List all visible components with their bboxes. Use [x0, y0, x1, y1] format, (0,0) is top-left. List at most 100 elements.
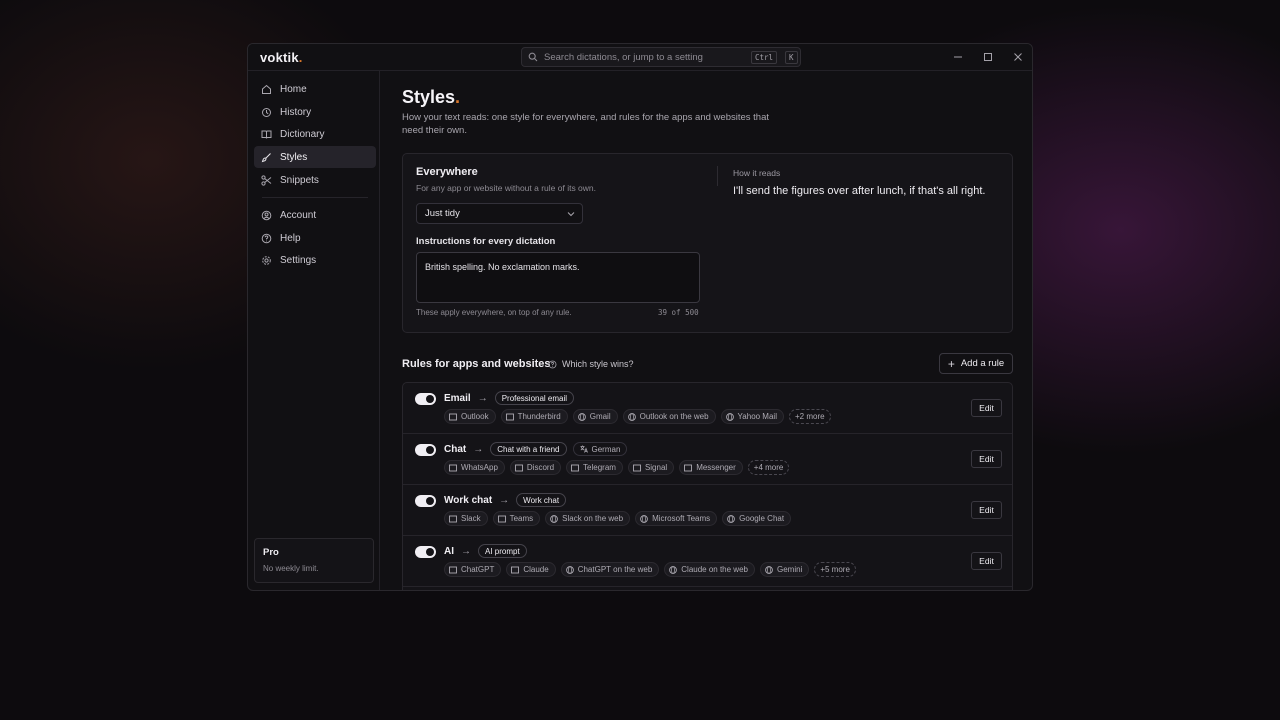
more-apps-chip[interactable]: +2 more	[788, 409, 831, 424]
which-style-wins-link[interactable]: Which style wins?	[548, 359, 634, 369]
title-bar: voktik. Search dictations, or jump to a …	[248, 44, 1032, 71]
gear-icon	[262, 255, 271, 265]
rule-toggle[interactable]	[415, 546, 436, 558]
minimize-icon	[954, 56, 962, 58]
instructions-note: These apply everywhere, on top of any ru…	[416, 308, 572, 317]
globe-icon	[577, 412, 586, 421]
home-icon	[262, 84, 271, 94]
rule-toggle[interactable]	[415, 444, 436, 456]
minimize-button[interactable]	[951, 50, 965, 64]
rule-row-chat: Chat → Chat with a friend German WhatsAp…	[403, 434, 1012, 485]
rule-toggle[interactable]	[415, 495, 436, 507]
instructions-label: Instructions for every dictation	[416, 236, 556, 247]
everywhere-title: Everywhere	[416, 166, 478, 178]
website-chip: Gemini	[759, 562, 810, 577]
rule-style-badge: AI prompt	[478, 544, 527, 558]
rule-row-email: Email → Professional email Outlook Thund…	[403, 383, 1012, 434]
sidebar-item-settings[interactable]: Settings	[254, 249, 376, 271]
more-apps-chip[interactable]: +5 more	[814, 562, 856, 577]
plan-card[interactable]: Pro No weekly limit.	[254, 538, 374, 583]
search-icon	[528, 52, 538, 62]
arrow-icon: →	[461, 545, 471, 557]
rule-name: Work chat	[444, 494, 493, 506]
sidebar-item-styles[interactable]: Styles	[254, 146, 376, 168]
help-icon	[548, 360, 557, 368]
edit-rule-button[interactable]: Edit	[971, 399, 1002, 417]
preview-label: How it reads	[733, 168, 781, 178]
instructions-textarea[interactable]: British spelling. No exclamation marks.	[416, 252, 700, 303]
globe-icon	[725, 412, 734, 421]
book-icon	[261, 130, 272, 139]
everywhere-subtitle: For any app or website without a rule of…	[416, 183, 597, 193]
style-select[interactable]: Just tidy	[416, 203, 583, 224]
rule-toggle[interactable]	[415, 393, 436, 405]
preview-text: I'll send the figures over after lunch, …	[733, 185, 986, 197]
sidebar-divider	[262, 197, 368, 198]
rules-title: Rules for apps and websites	[402, 358, 551, 370]
account-icon	[261, 210, 272, 220]
app-chip: Signal	[627, 460, 675, 475]
app-window-icon	[449, 515, 457, 522]
page-title: Styles.	[402, 87, 461, 107]
app-window-icon	[632, 464, 641, 471]
app-chip: Outlook	[444, 409, 496, 424]
sidebar-item-snippets[interactable]: Snippets	[254, 169, 376, 191]
sidebar-item-dictionary[interactable]: Dictionary	[254, 123, 376, 145]
app-chip: Discord	[509, 460, 562, 475]
app-chip: WhatsApp	[444, 460, 505, 475]
sidebar-item-label: Help	[280, 232, 301, 244]
app-chip: Thunderbird	[500, 409, 568, 424]
website-chip: Gmail	[572, 409, 618, 424]
more-apps-chip[interactable]: +4 more	[747, 460, 790, 475]
style-select-value: Just tidy	[425, 208, 460, 219]
sidebar-item-label: Snippets	[280, 174, 319, 186]
brush-icon	[261, 152, 271, 162]
sidebar-item-label: Styles	[280, 151, 308, 163]
globe-icon	[550, 514, 558, 523]
help-icon	[261, 233, 272, 243]
app-chip: Messenger	[679, 460, 743, 475]
sidebar-item-label: History	[280, 106, 312, 118]
arrow-icon: →	[473, 443, 484, 455]
edit-rule-button[interactable]: Edit	[971, 501, 1002, 519]
history-icon	[262, 107, 271, 117]
globe-icon	[727, 514, 736, 523]
app-chip: ChatGPT	[444, 562, 502, 577]
arrow-icon: →	[477, 392, 488, 404]
globe-icon	[640, 514, 648, 523]
sidebar-item-label: Account	[280, 209, 317, 221]
app-window-icon	[449, 566, 457, 573]
close-button[interactable]	[1011, 50, 1025, 64]
app-window-icon	[505, 413, 514, 420]
plan-title: Pro	[263, 547, 279, 558]
edit-rule-button[interactable]: Edit	[971, 552, 1002, 570]
sidebar-item-home[interactable]: Home	[254, 78, 376, 100]
sidebar-item-label: Home	[280, 83, 307, 95]
website-chip: Claude on the web	[664, 562, 755, 577]
sidebar-item-label: Settings	[280, 254, 317, 266]
plan-subtitle: No weekly limit.	[263, 564, 319, 573]
chevron-down-icon	[567, 212, 575, 217]
add-rule-button[interactable]: + Add a rule	[939, 353, 1013, 374]
app-logo: voktik.	[260, 50, 303, 65]
maximize-button[interactable]	[981, 50, 995, 64]
scissors-icon	[261, 174, 272, 186]
rule-style-badge: Work chat	[516, 493, 567, 507]
sidebar-item-help[interactable]: Help	[254, 227, 376, 249]
globe-icon	[627, 412, 636, 421]
sidebar-item-history[interactable]: History	[254, 101, 376, 123]
plus-icon: +	[947, 356, 955, 371]
edit-rule-button[interactable]: Edit	[971, 450, 1002, 468]
app-window-icon	[514, 464, 523, 471]
search-input[interactable]: Search dictations, or jump to a setting …	[521, 47, 801, 67]
translate-icon	[580, 445, 588, 453]
maximize-icon	[984, 53, 992, 61]
sidebar: Home History Dictionary Styles Snippets …	[248, 71, 380, 590]
rule-style-badge: Chat with a friend	[490, 442, 567, 456]
sidebar-item-account[interactable]: Account	[254, 204, 376, 226]
app-chip: Teams	[492, 511, 541, 526]
preview-divider	[717, 166, 718, 186]
character-counter: 39 of 500	[658, 308, 699, 317]
rule-row-ai: AI → AI prompt ChatGPT Claude ChatGPT on…	[403, 536, 1012, 587]
globe-icon	[765, 565, 773, 574]
